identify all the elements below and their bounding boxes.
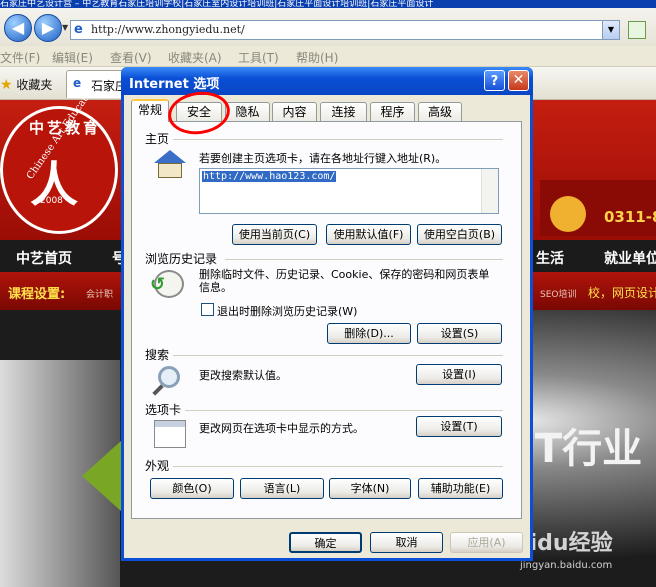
site-nav-home[interactable]: 中艺首页 <box>16 248 72 268</box>
logo-year: 2008 <box>40 196 63 206</box>
search-group-title: 搜索 <box>145 348 170 362</box>
tabs-desc: 更改网页在选项卡中显示的方式。 <box>199 422 364 435</box>
history-group-title: 浏览历史记录 <box>145 252 218 266</box>
use-current-button[interactable]: 使用当前页(C) <box>232 224 317 245</box>
menu-file[interactable]: 文件(F) <box>0 49 40 66</box>
address-bar[interactable]: e http://www.zhongyiedu.net/ ▼ <box>70 20 620 40</box>
accessibility-button[interactable]: 辅助功能(E) <box>418 478 503 499</box>
history-group-line <box>225 259 503 260</box>
baidu-watermark-url: jingyan.baidu.com <box>520 560 613 571</box>
use-default-button[interactable]: 使用默认值(F) <box>326 224 411 245</box>
home-group-line <box>173 139 503 140</box>
contact-person-icon <box>550 196 586 232</box>
appearance-group-line <box>173 466 503 467</box>
home-group-title: 主页 <box>145 132 170 146</box>
tab-content[interactable]: 内容 <box>272 102 317 121</box>
cancel-button[interactable]: 取消 <box>370 532 443 553</box>
tab-connections[interactable]: 连接 <box>320 102 367 121</box>
tabs-window-icon <box>154 420 186 448</box>
browser-title-text: 石家庄中艺设计营 – 中艺教育石家庄培训学校|石家庄室内设计培训班|石家庄平面设… <box>0 0 434 8</box>
banner-text: IT行业 <box>520 426 643 472</box>
forward-arrow-icon: ▶ <box>41 18 55 37</box>
search-settings-button[interactable]: 设置(I) <box>416 364 502 385</box>
ie-tab-icon: e <box>73 76 82 90</box>
navigation-bar: ◀ ▶ ▼ e http://www.zhongyiedu.net/ ▼ <box>0 8 656 47</box>
history-settings-button[interactable]: 设置(S) <box>417 323 502 344</box>
green-chevron-icon <box>82 440 122 512</box>
menu-view[interactable]: 查看(V) <box>110 49 152 66</box>
ok-button[interactable]: 确定 <box>289 532 362 553</box>
delete-history-button[interactable]: 删除(D)... <box>327 323 411 344</box>
delete-on-exit-checkbox[interactable] <box>201 303 214 316</box>
history-desc: 删除临时文件、历史记录、Cookie、保存的密码和网页表单信息。 <box>199 268 490 294</box>
back-arrow-icon: ◀ <box>11 18 25 37</box>
close-button[interactable]: ✕ <box>508 70 529 91</box>
home-page-value: http://www.hao123.com/ <box>202 171 337 182</box>
site-nav-life[interactable]: 生活 <box>536 248 564 268</box>
dialog-title-bar[interactable]: Internet 选项 <box>121 67 533 95</box>
go-icon[interactable] <box>628 21 646 39</box>
tab-programs[interactable]: 程序 <box>370 102 415 121</box>
back-button[interactable]: ◀ <box>4 14 32 42</box>
course-link-right[interactable]: SEO培训 <box>540 287 576 300</box>
tabs-group-title: 选项卡 <box>145 403 182 417</box>
ie-page-icon: e <box>74 22 83 37</box>
favorites-button[interactable]: ★ 收藏夹 <box>0 76 52 93</box>
forward-button[interactable]: ▶ <box>34 14 62 42</box>
course-hot-link[interactable]: 校，网页设计 <box>588 284 656 301</box>
menu-help[interactable]: 帮助(H) <box>296 49 338 66</box>
languages-button[interactable]: 语言(L) <box>240 478 324 499</box>
tab-general[interactable]: 常规 <box>131 99 169 122</box>
delete-on-exit-label[interactable]: 退出时删除浏览历史记录(W) <box>217 303 357 319</box>
menu-bar: 文件(F) 编辑(E) 查看(V) 收藏夹(A) 工具(T) 帮助(H) <box>0 46 656 67</box>
address-dropdown-icon[interactable]: ▼ <box>602 21 619 39</box>
browser-tab[interactable]: e 石家庄 <box>66 70 127 98</box>
home-desc: 若要创建主页选项卡，请在各地址行键入地址(R)。 <box>199 152 447 165</box>
search-group-line <box>173 355 503 356</box>
search-desc: 更改搜索默认值。 <box>199 369 287 382</box>
browser-title-strip: 石家庄中艺设计营 – 中艺教育石家庄培训学校|石家庄室内设计培训班|石家庄平面设… <box>0 0 656 8</box>
course-link-left[interactable]: 会计职 <box>86 287 113 300</box>
home-house-body-icon <box>158 163 182 178</box>
site-nav-jobs[interactable]: 就业单位 <box>604 248 656 268</box>
menu-favorites[interactable]: 收藏夹(A) <box>168 49 222 66</box>
home-page-input[interactable]: http://www.hao123.com/ <box>199 168 499 214</box>
tab-advanced[interactable]: 高级 <box>418 102 462 121</box>
help-button[interactable]: ? <box>484 70 505 91</box>
appearance-group-title: 外观 <box>145 459 170 473</box>
address-url: http://www.zhongyiedu.net/ <box>91 23 245 36</box>
tabs-window-header-icon <box>155 421 185 427</box>
tabs-group-line <box>185 410 503 411</box>
history-dropdown-icon[interactable]: ▼ <box>62 23 68 32</box>
home-house-icon <box>154 150 186 163</box>
course-label: 课程设置: <box>8 287 66 302</box>
colors-button[interactable]: 颜色(O) <box>150 478 234 499</box>
fonts-button[interactable]: 字体(N) <box>329 478 411 499</box>
phone-number: 0311-8 <box>604 208 656 226</box>
apply-button[interactable]: 应用(A) <box>450 532 523 553</box>
use-blank-button[interactable]: 使用空白页(B) <box>417 224 502 245</box>
dialog-title: Internet 选项 <box>129 77 220 92</box>
home-input-scrollbar[interactable] <box>481 169 498 213</box>
tab-privacy[interactable]: 隐私 <box>225 102 270 121</box>
star-icon: ★ <box>0 77 13 93</box>
favorites-label: 收藏夹 <box>16 78 53 92</box>
menu-tools[interactable]: 工具(T) <box>238 49 279 66</box>
menu-edit[interactable]: 编辑(E) <box>52 49 93 66</box>
history-arrow-icon: ↺ <box>150 274 166 295</box>
tabs-settings-button[interactable]: 设置(T) <box>416 416 502 437</box>
